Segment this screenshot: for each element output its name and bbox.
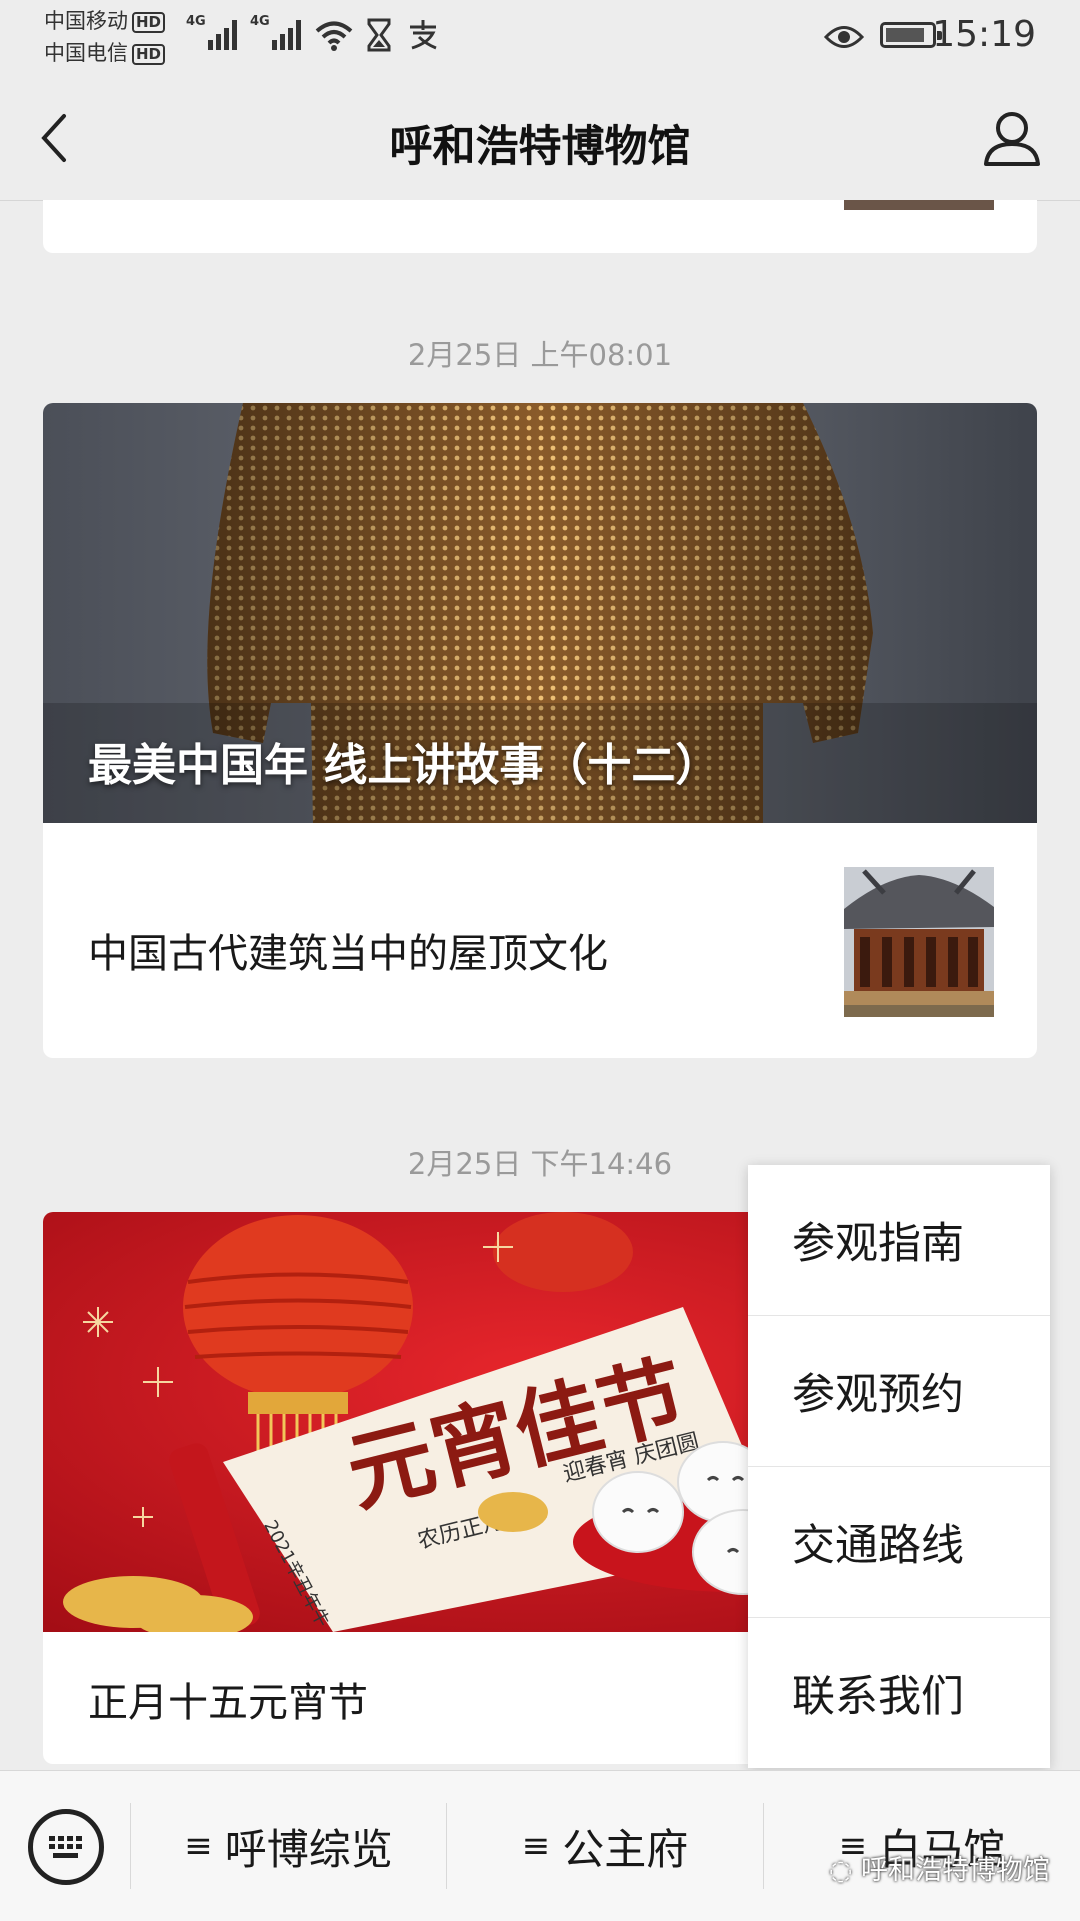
ancient-building-thumbnail	[844, 867, 994, 1017]
watermark: ◌ 呼和浩特博物馆	[828, 1855, 1050, 1886]
page-title: 呼和浩特博物馆	[389, 122, 691, 172]
article-card[interactable]: 最美中国年 线上讲故事（十二） 中国古代建筑当中的屋顶文化	[43, 403, 1037, 1058]
status-bar: 中国移动 HD 中国电信 HD 4G 4G 15:19	[0, 0, 1080, 78]
thumbnail	[844, 200, 994, 210]
hd-badge: HD	[132, 43, 166, 65]
menu-lines-icon: ≡	[521, 1826, 551, 1866]
submenu-popup: 参观指南 参观预约 交通路线 联系我们	[748, 1165, 1050, 1768]
carrier-1: 中国移动 HD	[44, 8, 166, 34]
menu-item-transport-route[interactable]: 交通路线	[748, 1467, 1050, 1618]
menu-lines-icon: ≡	[184, 1826, 213, 1866]
article-title: 中国古代建筑当中的屋顶文化	[88, 931, 608, 977]
alipay-icon	[410, 20, 437, 50]
menu-item-contact-us[interactable]: 联系我们	[748, 1618, 1050, 1768]
article-title: 正月十五元宵节	[88, 1680, 368, 1726]
keyboard-toggle-icon[interactable]	[28, 1809, 104, 1885]
bottom-menu-white-horse-hall[interactable]: ≡ 白马馆	[764, 1771, 1080, 1921]
menu-item-visit-guide[interactable]: 参观指南	[748, 1165, 1050, 1316]
timestamp: 2月25日 上午08:01	[407, 338, 673, 372]
bottom-menu-princess-mansion[interactable]: ≡ 公主府	[447, 1771, 763, 1921]
bottom-menu-bar: ≡ 呼博综览 ≡ 公主府 ≡ 白马馆	[0, 1770, 1080, 1921]
cover-title: 最美中国年 线上讲故事（十二）	[88, 740, 720, 791]
profile-icon[interactable]	[980, 106, 1044, 170]
bottom-menu-overview[interactable]: ≡ 呼博综览	[131, 1771, 446, 1921]
hd-badge: HD	[132, 11, 166, 33]
eye-icon	[824, 26, 864, 48]
wifi-icon	[315, 21, 353, 51]
menu-item-visit-booking[interactable]: 参观预约	[748, 1316, 1050, 1467]
clock: 15:19	[932, 14, 1036, 55]
hourglass-icon	[367, 18, 391, 52]
battery-icon	[880, 22, 942, 48]
previous-article-card[interactable]	[43, 200, 1037, 253]
article-cover[interactable]: 最美中国年 线上讲故事（十二）	[43, 403, 1037, 823]
wechat-icon: ◌	[828, 1855, 861, 1886]
signal-icon: 4G	[186, 14, 240, 50]
nav-header: 呼和浩特博物馆	[0, 78, 1080, 201]
carrier-2: 中国电信 HD	[44, 40, 166, 66]
signal-icon: 4G	[250, 14, 304, 50]
article-list-item[interactable]: 中国古代建筑当中的屋顶文化	[43, 823, 1037, 1058]
